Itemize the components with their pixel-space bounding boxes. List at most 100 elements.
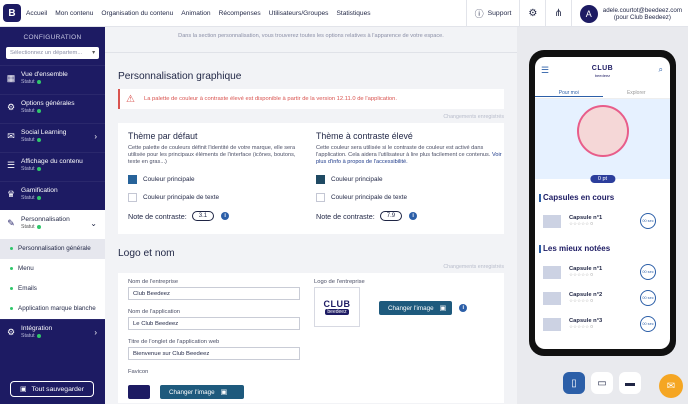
- primary-color-label: Couleur principale: [143, 176, 195, 183]
- nav-item[interactable]: Récompenses: [219, 10, 261, 17]
- primary-color-picker[interactable]: Couleur principale: [128, 175, 306, 184]
- status-dot: [36, 224, 41, 229]
- chat-icon: ✉: [666, 380, 676, 392]
- points-badge: 0 pt: [589, 175, 616, 183]
- default-theme-desc: Cette palette de couleurs définit l'iden…: [128, 145, 296, 165]
- color-swatch[interactable]: [128, 175, 137, 184]
- company-name-input[interactable]: Club Beedeez: [128, 287, 300, 300]
- sidebar-item-integration[interactable]: ⚙ Intégration Statut ›: [0, 319, 105, 348]
- color-swatch[interactable]: [128, 193, 137, 202]
- sidebar-item-label: Gamification: [21, 187, 58, 194]
- company-name-label: Nom de l'entreprise: [128, 279, 179, 285]
- color-swatch[interactable]: [316, 175, 325, 184]
- status-dot: [36, 79, 41, 84]
- capsule-thumb: [543, 291, 561, 305]
- save-icon: ▣: [20, 386, 27, 393]
- contrast-theme-desc-text: Cette couleur sera utilisée si le contra…: [316, 145, 491, 158]
- user-menu[interactable]: A adele.courtot@beedeez.com (pour Club Be…: [570, 0, 688, 27]
- color-swatch[interactable]: [316, 193, 325, 202]
- tab-explore: Explorer: [626, 90, 646, 96]
- default-theme-title: Thème par défaut: [128, 131, 198, 141]
- alert-text: La palette de couleur à contraste élevé …: [143, 96, 397, 102]
- nav-item[interactable]: Animation: [181, 10, 210, 17]
- contrast-theme: Thème à contraste élevé Cette couleur se…: [316, 131, 506, 221]
- capsule-item: Capsule n°1 ☆☆☆☆☆ 0 00 sec: [543, 208, 670, 234]
- sidebar-item-label: Personnalisation: [21, 216, 70, 223]
- capsule-item: Capsule n°3 ☆☆☆☆☆ 0 00 sec: [543, 311, 670, 337]
- capsule-stars: ☆☆☆☆☆ 0: [569, 272, 593, 277]
- app-logo[interactable]: B: [3, 4, 21, 22]
- nav-item[interactable]: Utilisateurs/Groupes: [269, 10, 329, 17]
- change-favicon-button[interactable]: Changer l'image ▣: [160, 385, 244, 399]
- sidebar-item-personalization[interactable]: ✎ Personnalisation Statut ⌄: [0, 210, 105, 239]
- status-dot: [36, 166, 41, 171]
- contrast-primary-text-color-picker[interactable]: Couleur principale de texte: [316, 193, 506, 202]
- share-button[interactable]: ⋔: [545, 0, 570, 27]
- saved-status: Changements enregistrés: [443, 264, 504, 270]
- desktop-view-button[interactable]: ▬: [619, 372, 641, 394]
- grid-icon: ▦: [6, 73, 16, 83]
- chevron-down-icon: ⌄: [90, 219, 97, 228]
- main-content: Dans la section personnalisation, vous t…: [105, 27, 517, 404]
- menu-icon: ☰: [541, 65, 550, 75]
- nav-item[interactable]: Accueil: [26, 10, 47, 17]
- warning-icon: ⚠: [126, 93, 135, 105]
- support-button[interactable]: ⓘ Support: [465, 0, 520, 27]
- sidebar-item-gamification[interactable]: ♛ Gamification Statut: [0, 181, 105, 210]
- subitem-white-label-app[interactable]: Application marque blanche: [0, 299, 105, 319]
- tab-title-input[interactable]: Bienvenue sur Club Beedeez: [128, 347, 300, 360]
- sidebar-item-content-display[interactable]: ☰ Affichage du contenu Statut: [0, 152, 105, 181]
- mobile-preview: ☰ CLUB beedeez ⌕ Pour moi Explorer 0 pt C…: [517, 27, 688, 404]
- primary-text-color-picker[interactable]: Couleur principale de texte: [128, 193, 306, 202]
- sidebar-item-general-options[interactable]: ⚙ Options générales Statut: [0, 94, 105, 123]
- nav-item[interactable]: Statistiques: [336, 10, 370, 17]
- mobile-view-button[interactable]: ▯: [563, 372, 585, 394]
- capsule-item: Capsule n°1 ☆☆☆☆☆ 0 00 sec: [543, 259, 670, 285]
- contrast-theme-title: Thème à contraste élevé: [316, 131, 413, 141]
- capsule-thumb: [543, 265, 561, 279]
- status-label: Statut: [21, 224, 35, 230]
- department-select[interactable]: Sélectionnez un départem...: [6, 47, 99, 59]
- contrast-value: 7.9: [379, 211, 403, 221]
- tab-for-me: Pour moi: [535, 90, 603, 97]
- version-alert: ⚠ La palette de couleur à contraste élevé…: [118, 89, 504, 109]
- list-icon: ☰: [6, 160, 16, 170]
- tablet-view-button[interactable]: ▭: [591, 372, 613, 394]
- nav-item[interactable]: Organisation du contenu: [101, 10, 173, 17]
- subitem-emails[interactable]: Emails: [0, 279, 105, 299]
- primary-text-color-label: Couleur principale de texte: [143, 194, 220, 201]
- app-name-input[interactable]: Le Club Beedeez: [128, 317, 300, 330]
- status-dot: [36, 333, 41, 338]
- gear-icon: ⚙: [6, 102, 16, 112]
- settings-button[interactable]: ⚙: [519, 0, 545, 27]
- status-dot: [36, 195, 41, 200]
- contrast-label: Note de contraste:: [128, 211, 187, 221]
- favicon-row: Changer l'image ▣: [128, 385, 244, 399]
- info-icon[interactable]: i: [221, 212, 230, 220]
- save-all-button[interactable]: ▣ Tout sauvegarder: [10, 381, 94, 397]
- desktop-icon: ▬: [625, 377, 635, 389]
- sidebar-item-label: Social Learning: [21, 129, 67, 136]
- sidebar-item-overview[interactable]: ▦ Vue d'ensemble Statut: [0, 65, 105, 94]
- contrast-score: Note de contraste: 7.9 i: [316, 211, 506, 221]
- chat-support-button[interactable]: ✉: [659, 374, 683, 398]
- info-icon[interactable]: i: [459, 304, 468, 312]
- default-theme: Thème par défaut Cette palette de couleu…: [128, 131, 306, 221]
- change-logo-button[interactable]: Changer l'image ▣: [379, 301, 453, 315]
- capsule-stars: ☆☆☆☆☆ 0: [569, 221, 593, 226]
- subitem-menu[interactable]: Menu: [0, 259, 105, 279]
- primary-text-color-label: Couleur principale de texte: [331, 194, 408, 201]
- app-name-label: Nom de l'application: [128, 309, 181, 315]
- info-icon[interactable]: i: [409, 212, 418, 220]
- contrast-primary-color-picker[interactable]: Couleur principale: [316, 175, 506, 184]
- subitem-general-personalization[interactable]: Personnalisation générale: [0, 239, 105, 259]
- capsule-stars: ☆☆☆☆☆ 0: [569, 324, 593, 329]
- club-logo-text: CLUB: [323, 298, 351, 309]
- sidebar-item-social-learning[interactable]: ✉ Social Learning Statut ›: [0, 123, 105, 152]
- avatar: A: [579, 4, 598, 23]
- status-dot: [36, 108, 41, 113]
- gear-icon: ⚙: [528, 8, 538, 19]
- nav-item[interactable]: Mon contenu: [55, 10, 93, 17]
- capsule-duration: 00 sec: [640, 264, 656, 280]
- search-icon: ⌕: [658, 65, 663, 74]
